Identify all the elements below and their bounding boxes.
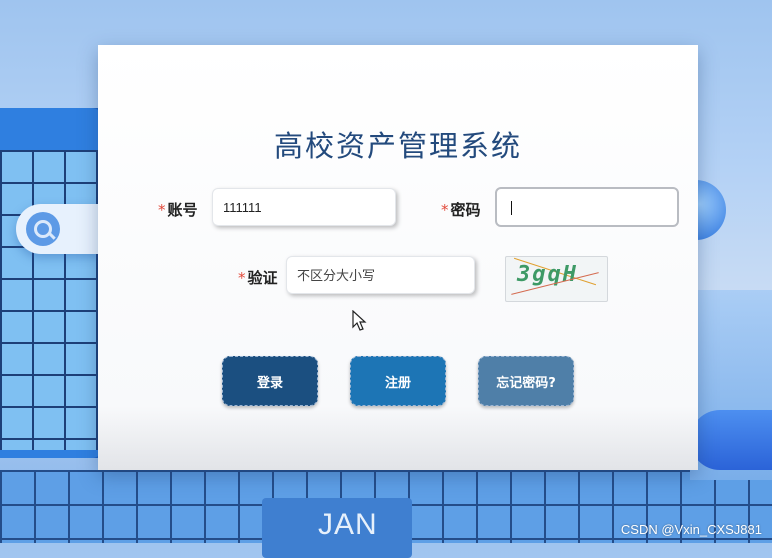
account-input[interactable] [212,188,396,226]
required-mark: * [238,269,246,287]
background-grid-left [0,150,100,450]
forgot-password-button[interactable]: 忘记密码? [478,356,574,406]
watermark: CSDN @Vxin_CXSJ881 [620,522,762,537]
calendar-text: JAN [318,508,378,541]
captcha-label-text: 验证 [247,269,278,287]
required-mark: * [158,201,166,219]
captcha-input[interactable] [286,256,475,294]
captcha-image[interactable]: 3gqH [505,256,608,302]
password-label: * 密码 [441,199,481,220]
account-label: * 账号 [158,199,198,220]
login-card: 高校资产管理系统 *账号 *密码 *验证 3gqH 登录 注册 忘记密码? [98,45,698,470]
background-blob [690,410,772,470]
text-caret [511,201,512,215]
password-label-text: 密码 [450,201,481,219]
register-button[interactable]: 注册 [350,356,446,406]
mouse-cursor-icon [352,310,367,331]
page-title: 高校资产管理系统 [273,129,522,163]
required-mark: * [441,201,449,219]
captcha-label: * 验证 [238,267,278,288]
account-label-text: 账号 [167,201,198,219]
password-input[interactable] [495,187,679,227]
search-icon [26,212,60,246]
captcha-code: 3gqH [517,262,578,287]
login-button[interactable]: 登录 [222,356,318,406]
